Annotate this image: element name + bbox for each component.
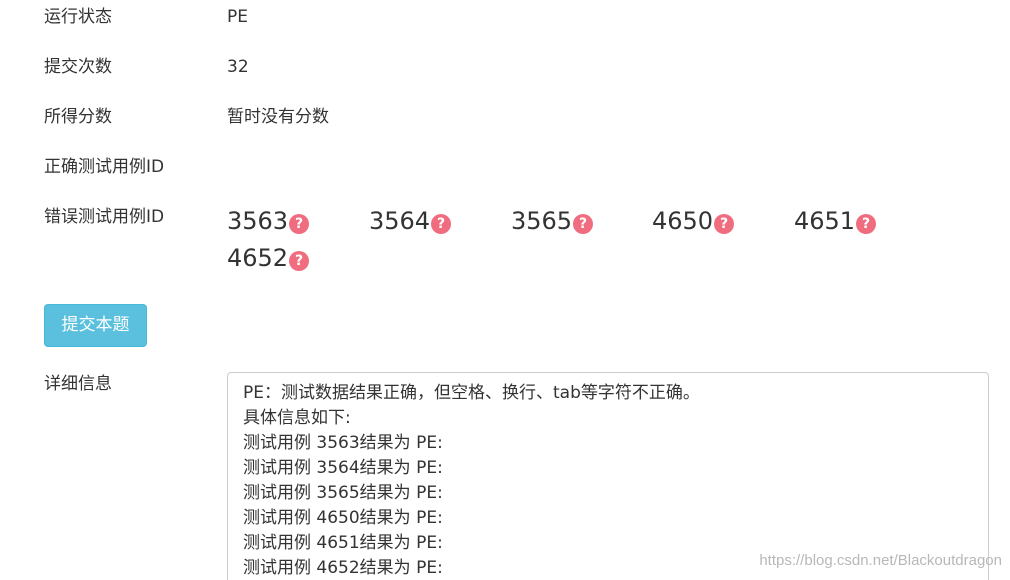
wrong-case-item[interactable]: 4651? [794, 205, 877, 237]
question-circle-icon[interactable]: ? [573, 214, 594, 234]
detail-line: 测试用例 3563结果为 PE: [243, 433, 443, 453]
wrong-case-item[interactable]: 3564? [369, 205, 452, 237]
submit-problem-button[interactable]: 提交本题 [44, 304, 147, 347]
wrong-cases-label: 错误测试用例ID [44, 207, 165, 227]
question-circle-icon[interactable]: ? [856, 214, 877, 234]
detail-line: PE：测试数据结果正确，但空格、换行、tab等字符不正确。 [243, 383, 700, 403]
detail-label: 详细信息 [44, 374, 112, 394]
wrong-case-item[interactable]: 3563? [227, 205, 310, 237]
question-circle-icon[interactable]: ? [289, 251, 310, 271]
question-circle-icon[interactable]: ? [431, 214, 452, 234]
submit-count-label: 提交次数 [44, 57, 112, 77]
watermark: https://blog.csdn.net/Blackoutdragon [759, 552, 1002, 569]
case-id: 3565 [511, 207, 573, 235]
detail-line: 测试用例 3564结果为 PE: [243, 458, 443, 478]
case-id: 4652 [227, 244, 289, 272]
correct-cases-label: 正确测试用例ID [44, 157, 165, 177]
detail-line: 测试用例 3565结果为 PE: [243, 483, 443, 503]
submit-count-value: 32 [227, 57, 249, 77]
case-id: 4650 [652, 207, 714, 235]
status-value: PE [227, 7, 248, 27]
question-circle-icon[interactable]: ? [714, 214, 735, 234]
score-label: 所得分数 [44, 107, 112, 127]
score-value: 暂时没有分数 [227, 107, 329, 127]
submission-result-page: 运行状态 PE 提交次数 32 所得分数 暂时没有分数 正确测试用例ID 错误测… [0, 0, 1010, 580]
detail-line: 具体信息如下: [243, 408, 351, 428]
detail-textarea[interactable]: PE：测试数据结果正确，但空格、换行、tab等字符不正确。 具体信息如下: 测试… [227, 372, 989, 580]
wrong-case-item[interactable]: 3565? [511, 205, 594, 237]
case-id: 3564 [369, 207, 431, 235]
wrong-case-item[interactable]: 4652? [227, 242, 310, 274]
case-id: 3563 [227, 207, 289, 235]
status-label: 运行状态 [44, 7, 112, 27]
detail-line: 测试用例 4650结果为 PE: [243, 508, 443, 528]
case-id: 4651 [794, 207, 856, 235]
wrong-case-item[interactable]: 4650? [652, 205, 735, 237]
question-circle-icon[interactable]: ? [289, 214, 310, 234]
